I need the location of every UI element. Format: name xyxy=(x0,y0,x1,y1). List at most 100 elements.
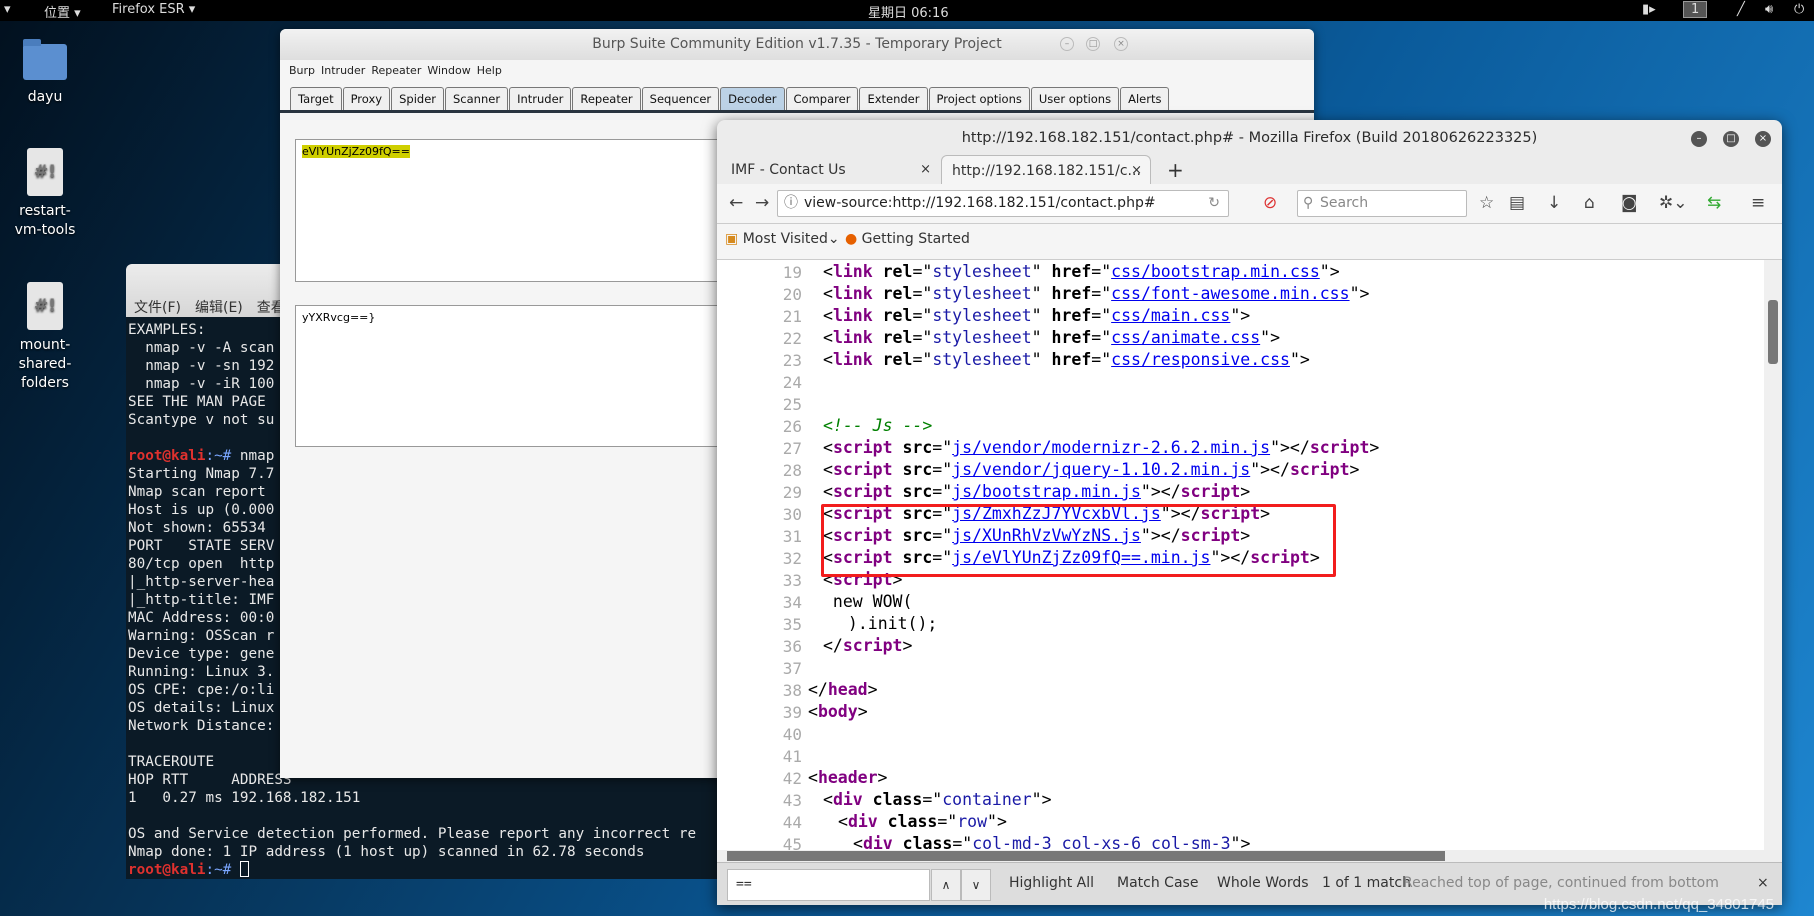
close-button[interactable]: × xyxy=(1755,131,1771,147)
desktop-icon-restart-vm-tools[interactable]: #! restart-vm-tools xyxy=(0,148,90,240)
minimize-button[interactable]: – xyxy=(1691,131,1707,147)
home-icon[interactable]: ⌂ xyxy=(1584,193,1595,213)
source-link[interactable]: css/font-awesome.min.css xyxy=(1111,284,1349,303)
bookmark-most-visited[interactable]: ▣ Most Visited⌄ xyxy=(725,224,840,254)
desktop-icon-dayu[interactable]: dayu xyxy=(0,39,90,107)
line-number: 19 xyxy=(782,263,802,282)
line-number: 37 xyxy=(782,659,802,678)
source-link[interactable]: css/bootstrap.min.css xyxy=(1111,262,1320,281)
source-token: link xyxy=(832,306,873,325)
source-link[interactable]: js/vendor/modernizr-2.6.2.min.js xyxy=(952,438,1270,457)
whole-words-toggle[interactable]: Whole Words xyxy=(1217,875,1309,891)
desktop-icon-mount-shared-folders[interactable]: #! mount-shared-folders xyxy=(0,282,90,393)
noscript-icon[interactable]: ⊘ xyxy=(1263,193,1277,213)
source-token: "> xyxy=(1349,284,1370,303)
burp-menu-burp[interactable]: Burp xyxy=(289,64,315,77)
find-next-button[interactable]: ∨ xyxy=(961,869,991,901)
info-icon[interactable]: ⓘ xyxy=(784,191,798,216)
source-token: " xyxy=(1031,328,1042,347)
vertical-scrollbar[interactable] xyxy=(1764,260,1782,850)
firefox-window[interactable]: http://192.168.182.151/contact.php# - Mo… xyxy=(717,120,1782,905)
terminal-line: Scantype v not su xyxy=(128,412,275,428)
source-link[interactable]: css/animate.css xyxy=(1111,328,1260,347)
scroll-thumb[interactable] xyxy=(727,851,1445,861)
terminal-line: Not shown: 65534 xyxy=(128,520,266,536)
bookmark-getting-started[interactable]: ● Getting Started xyxy=(845,224,970,254)
burp-menu-repeater[interactable]: Repeater xyxy=(371,64,421,77)
network-icon[interactable]: ╱ xyxy=(1737,2,1745,17)
proxy-switch-icon[interactable]: ⇆ xyxy=(1707,193,1721,213)
tab-spider[interactable]: Spider xyxy=(391,87,444,110)
reload-icon[interactable]: ↻ xyxy=(1208,191,1220,216)
source-token: stylesheet xyxy=(932,350,1032,369)
search-input[interactable]: ⚲ Search xyxy=(1297,190,1467,217)
forward-icon[interactable]: → xyxy=(755,193,769,213)
burp-menu-window[interactable]: Window xyxy=(427,64,470,77)
burp-menu-intruder[interactable]: Intruder xyxy=(321,64,365,77)
horizontal-scrollbar[interactable] xyxy=(717,850,1782,862)
tab-imf-contact[interactable]: IMF - Contact Us × xyxy=(721,155,939,184)
scroll-thumb[interactable] xyxy=(1768,300,1778,364)
extension-icon[interactable]: ✲⌄ xyxy=(1659,193,1688,213)
tab-decoder[interactable]: Decoder xyxy=(720,87,785,110)
tab-target[interactable]: Target xyxy=(290,87,342,110)
close-tab-icon[interactable]: × xyxy=(920,155,931,185)
firefox-app-menu[interactable]: Firefox ESR ▾ xyxy=(112,2,195,17)
tab-extender[interactable]: Extender xyxy=(859,87,928,110)
close-button[interactable]: × xyxy=(1114,37,1128,51)
clock[interactable]: 星期日 06:16 xyxy=(868,2,949,21)
source-line: new WOW( xyxy=(823,592,912,611)
bookmark-star-icon[interactable]: ☆ xyxy=(1479,193,1494,213)
minimize-button[interactable]: – xyxy=(1060,37,1074,51)
source-token: rel xyxy=(872,350,913,369)
source-token: rel xyxy=(872,306,913,325)
new-tab-button[interactable]: + xyxy=(1157,155,1184,184)
source-link[interactable]: css/main.css xyxy=(1111,306,1230,325)
tab-proxy[interactable]: Proxy xyxy=(342,87,391,110)
tab-alerts[interactable]: Alerts xyxy=(1120,87,1170,110)
source-link[interactable]: js/bootstrap.min.js xyxy=(952,482,1141,501)
close-find-bar-icon[interactable]: × xyxy=(1757,875,1769,891)
match-case-toggle[interactable]: Match Case xyxy=(1117,875,1198,891)
tab-label: IMF - Contact Us xyxy=(731,162,846,178)
find-input[interactable]: == xyxy=(727,869,930,901)
menu-icon[interactable]: ≡ xyxy=(1751,193,1765,213)
tab-view-source[interactable]: http://192.168.182.151/c... × xyxy=(941,155,1151,184)
maximize-button[interactable]: □ xyxy=(1723,131,1739,147)
find-previous-button[interactable]: ∧ xyxy=(931,869,961,901)
source-link[interactable]: js/vendor/jquery-1.10.2.min.js xyxy=(952,460,1250,479)
tab-comparer[interactable]: Comparer xyxy=(785,87,859,110)
download-icon[interactable]: ↓ xyxy=(1547,193,1561,213)
terminal-line: |_http-server-hea xyxy=(128,574,275,590)
tab-repeater[interactable]: Repeater xyxy=(572,87,641,110)
close-tab-icon[interactable]: × xyxy=(1131,156,1142,186)
menu-file[interactable]: 文件(F) xyxy=(134,300,181,316)
highlight-all-toggle[interactable]: Highlight All xyxy=(1009,875,1094,891)
page-source-view[interactable]: 19 <link rel="stylesheet" href="css/boots… xyxy=(717,260,1764,850)
line-number: 34 xyxy=(782,593,802,612)
source-token: =" xyxy=(922,790,943,809)
url-bar[interactable]: ⓘ view-source:http://192.168.182.151/cont… xyxy=(777,190,1229,217)
power-icon[interactable]: ⏻ xyxy=(1794,2,1804,17)
source-link[interactable]: css/responsive.css xyxy=(1111,350,1290,369)
menu-edit[interactable]: 编辑(E) xyxy=(195,300,243,316)
terminal-line: Running: Linux 3. xyxy=(128,664,275,680)
tab-user-options[interactable]: User options xyxy=(1030,87,1120,110)
tab-project-options[interactable]: Project options xyxy=(928,87,1030,110)
line-number: 24 xyxy=(782,373,802,392)
video-icon[interactable]: ▮▸ xyxy=(1642,2,1656,17)
terminal-line: OS CPE: cpe:/o:li xyxy=(128,682,275,698)
applications-menu[interactable]: ▾ xyxy=(4,2,11,17)
back-icon[interactable]: ← xyxy=(729,193,743,213)
volume-icon[interactable]: 🔊︎ xyxy=(1765,2,1773,17)
maximize-button[interactable]: □ xyxy=(1086,37,1100,51)
tab-intruder[interactable]: Intruder xyxy=(509,87,572,110)
burp-menu-help[interactable]: Help xyxy=(477,64,502,77)
places-menu[interactable]: 位置 ▾ xyxy=(44,2,81,21)
pocket-icon[interactable]: ◙ xyxy=(1621,193,1638,213)
tab-scanner[interactable]: Scanner xyxy=(445,87,509,110)
workspace-indicator[interactable]: 1 xyxy=(1683,1,1708,18)
top-panel: ▾ 位置 ▾ Firefox ESR ▾ 星期日 06:16 ▮▸ 1 ╱ 🔊︎… xyxy=(0,0,1814,21)
library-icon[interactable]: ▤ xyxy=(1509,193,1525,213)
tab-sequencer[interactable]: Sequencer xyxy=(641,87,720,110)
